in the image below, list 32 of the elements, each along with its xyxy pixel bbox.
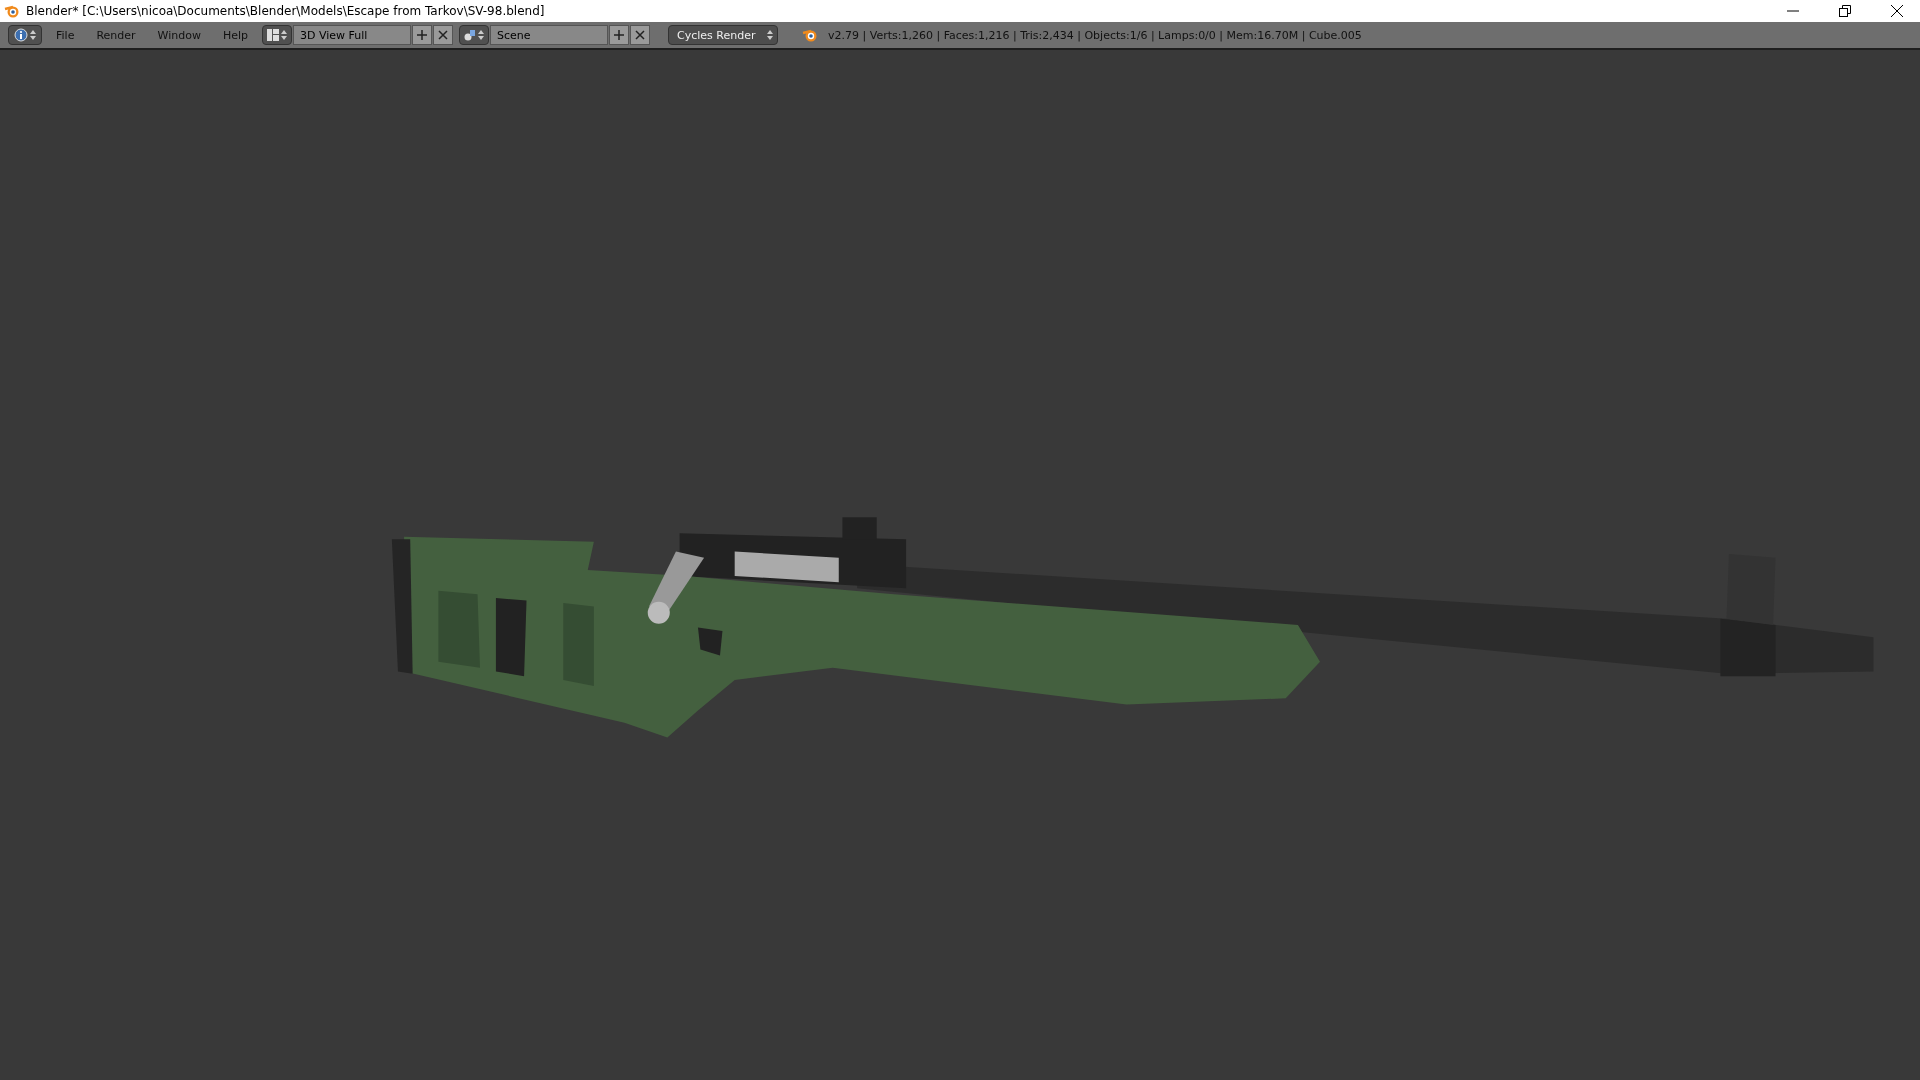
updown-arrows-icon xyxy=(281,30,288,40)
logo-icon xyxy=(802,27,819,43)
add-scene-button[interactable] xyxy=(609,25,630,45)
info-icon xyxy=(14,28,28,42)
updown-arrows-icon xyxy=(30,30,36,40)
menu-item[interactable]: Window xyxy=(149,28,209,42)
scene-statistics: v2.79 | Verts:1,260 | Faces:1,216 | Tris:2,434 | Objects:1/6 | Lamps:0/0 | Mem:16.70M | Cube.005 xyxy=(828,28,1362,42)
window-title: Blender* [C:\Users\nicoa\Documents\Blender\Models\Escape from Tarkov\SV-98.blend] xyxy=(26,4,546,18)
layout-icon xyxy=(267,29,280,41)
restore-icon xyxy=(1839,5,1851,17)
plus-icon xyxy=(613,29,626,41)
menu-item[interactable]: File xyxy=(48,28,83,42)
updown-arrows-icon xyxy=(478,30,485,40)
menu-item[interactable]: Render xyxy=(88,28,144,42)
render-engine-dropdown[interactable]: Cycles Render xyxy=(668,25,779,45)
add-layout-button[interactable] xyxy=(412,25,433,45)
delete-layout-button[interactable] xyxy=(433,25,454,45)
close-icon xyxy=(635,30,646,40)
layout-browse-button[interactable] xyxy=(262,25,293,45)
logo-icon xyxy=(4,3,20,19)
menu-item[interactable]: Help xyxy=(214,28,257,42)
updown-arrows-icon xyxy=(767,30,774,40)
minimize-icon xyxy=(1787,10,1799,12)
close-icon xyxy=(438,30,449,40)
editor-type-button[interactable] xyxy=(8,25,42,45)
delete-scene-button[interactable] xyxy=(630,25,651,45)
close-icon xyxy=(1891,5,1903,17)
layout-name-field[interactable]: 3D View Full xyxy=(293,25,412,45)
scene-browse-button[interactable] xyxy=(459,25,490,45)
scene-name-field[interactable]: Scene xyxy=(490,25,609,45)
scene-icon xyxy=(464,29,477,41)
plus-icon xyxy=(416,29,429,41)
